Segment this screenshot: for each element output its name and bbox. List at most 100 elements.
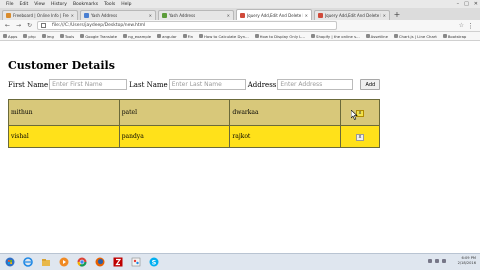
tab-label: Yash Address [91, 13, 118, 18]
address-cell: dwarkaa [229, 99, 342, 126]
tab-label: Freeboard | Online Info | Free | [13, 13, 69, 18]
taskbar-paint[interactable] [129, 256, 143, 269]
taskbar-firefox[interactable] [93, 256, 107, 269]
first-name-label: First Name [8, 80, 49, 89]
folder-icon [59, 34, 64, 38]
folder-icon [23, 34, 28, 38]
page-icon [365, 34, 370, 38]
bookmark-item[interactable]: Assetline [365, 34, 388, 39]
chrome-icon [77, 257, 87, 267]
tab-strip: Freeboard | Online Info | Free | ✕ Yash … [0, 8, 480, 20]
table-row: vishal pandya rajkot x [8, 125, 380, 148]
delete-button[interactable]: x [356, 133, 365, 141]
translate-icon [80, 34, 85, 38]
clock[interactable]: 6:09 PM 2/18/2016 [458, 256, 476, 266]
menu-help[interactable]: Help [121, 2, 131, 7]
menu-tools[interactable]: Tools [104, 2, 115, 7]
browser-menu-icon[interactable]: ⋮ [467, 20, 474, 32]
taskbar-filezilla[interactable] [111, 256, 125, 269]
folder-icon [157, 34, 162, 38]
back-icon[interactable]: ← [4, 22, 11, 30]
first-name-cell: mithun [8, 99, 120, 126]
bookmark-item[interactable]: ng_example [123, 34, 151, 39]
bookmark-item[interactable]: Shopify | the online s... [311, 34, 360, 39]
firefox-icon [95, 257, 105, 267]
address-input[interactable] [277, 79, 354, 90]
close-tab-icon[interactable]: ✕ [149, 13, 152, 18]
bookmark-item[interactable]: How to Calculate Dyn... [199, 34, 249, 39]
new-tab-icon[interactable]: + [392, 10, 402, 20]
page-icon [393, 34, 398, 38]
taskbar-skype[interactable]: S [147, 256, 161, 269]
minimize-icon[interactable]: – [457, 0, 460, 8]
bookmark-item[interactable]: angular [157, 34, 177, 39]
add-button[interactable]: Add [360, 79, 381, 90]
tab-4-active[interactable]: Jquery Add,Edit And Delete Row ✕ [236, 9, 312, 20]
favicon-icon [162, 13, 167, 18]
bookmark-item[interactable]: Fin [182, 34, 193, 39]
first-name-input[interactable] [49, 79, 128, 90]
last-name-cell: pandya [118, 125, 231, 148]
bookmark-item[interactable]: Chart.js | Line Chart [393, 34, 437, 39]
windows-start-icon [5, 257, 15, 267]
tab-5[interactable]: Jquery Add,Edit And Delete Row ✕ [314, 10, 390, 20]
menu-bar: File Edit View History Bookmarks Tools H… [0, 0, 480, 8]
bookmark-star-icon[interactable]: ☆ [459, 20, 464, 32]
bookmark-item[interactable]: How to Display Only L... [254, 34, 305, 39]
close-tab-icon[interactable]: ✕ [71, 13, 74, 18]
tab-label: Yash Address [169, 13, 196, 18]
maximize-icon[interactable]: □ [464, 0, 469, 8]
last-name-label: Last Name [129, 80, 168, 89]
tab-3[interactable]: Yash Address ✕ [158, 10, 234, 20]
close-tab-icon[interactable]: ✕ [383, 13, 386, 18]
bookmark-item[interactable]: Tools [59, 34, 74, 39]
flag-icon[interactable] [442, 259, 446, 263]
bookmark-item[interactable]: Bootstrap [442, 34, 466, 39]
system-tray [428, 259, 446, 263]
bookmark-item[interactable]: php [23, 34, 36, 39]
address-bar[interactable]: file:///C:/Users/jaydeep/Desktop/new.htm… [37, 21, 337, 30]
taskbar-ie[interactable] [21, 256, 35, 269]
favicon-icon [84, 13, 89, 18]
bookmark-item[interactable]: Google Translate [80, 34, 117, 39]
favicon-icon [240, 12, 245, 18]
mouse-cursor-icon [351, 110, 358, 120]
tab-1[interactable]: Freeboard | Online Info | Free | ✕ [2, 10, 78, 20]
taskbar-explorer[interactable] [39, 256, 53, 269]
tab-2[interactable]: Yash Address ✕ [80, 10, 156, 20]
shopify-icon [311, 34, 316, 38]
address-cell: rajkot [229, 125, 342, 148]
close-tab-icon[interactable]: ✕ [305, 13, 308, 18]
menu-file[interactable]: File [6, 2, 14, 7]
bookmark-item[interactable]: Apps [3, 34, 17, 39]
bookmark-item[interactable]: Img [41, 34, 54, 39]
page-icon [199, 34, 204, 38]
start-button[interactable] [3, 256, 17, 269]
close-tab-icon[interactable]: ✕ [227, 13, 230, 18]
menu-view[interactable]: View [34, 2, 45, 7]
page-icon [254, 34, 259, 38]
media-player-icon [59, 257, 69, 267]
favicon-icon [6, 13, 11, 18]
menu-history[interactable]: History [51, 2, 67, 7]
paint-icon [131, 257, 141, 267]
volume-icon[interactable] [435, 259, 439, 263]
last-name-input[interactable] [168, 79, 246, 90]
tab-label: Jquery Add,Edit And Delete Row [325, 13, 381, 18]
first-name-cell: vishal [8, 125, 120, 148]
customer-form: First Name Last Name Address Add [8, 79, 381, 90]
table-row: mithun patel dwarkaa x [8, 99, 380, 126]
url-text: file:///C:/Users/jaydeep/Desktop/new.htm… [52, 23, 146, 28]
clock-date: 2/18/2016 [457, 261, 476, 265]
forward-icon[interactable]: → [15, 22, 22, 30]
tab-label: Jquery Add,Edit And Delete Row [247, 12, 303, 18]
filezilla-icon [113, 257, 123, 267]
window-controls: – □ ✕ [457, 0, 478, 8]
menu-edit[interactable]: Edit [20, 2, 29, 7]
taskbar-chrome[interactable] [75, 256, 89, 269]
network-icon[interactable] [428, 259, 432, 263]
taskbar-media[interactable] [57, 256, 71, 269]
close-icon[interactable]: ✕ [474, 0, 478, 8]
menu-bookmarks[interactable]: Bookmarks [73, 2, 98, 7]
reload-icon[interactable]: ↻ [26, 22, 33, 30]
